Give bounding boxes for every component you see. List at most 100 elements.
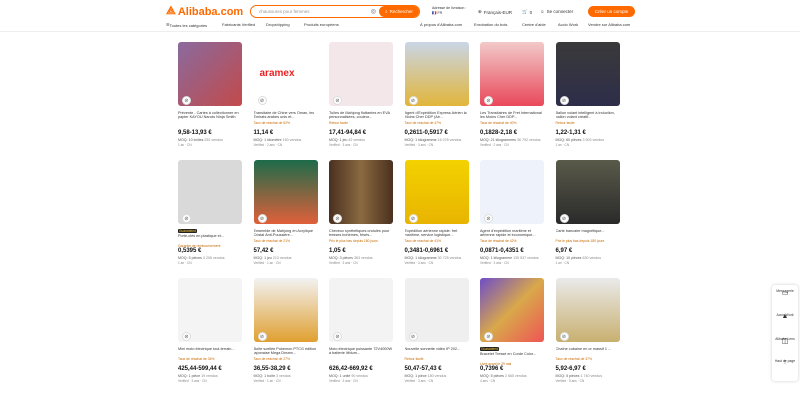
product-card[interactable]: ⊘ Chaîne cubaine en or massif 1 ... Taux d… [554, 276, 622, 386]
nav-dropshipping[interactable]: Dropshipping [266, 22, 290, 27]
product-title[interactable]: Les Transitaires de Fret International l… [480, 111, 544, 120]
product-card[interactable]: ⊘ Guaranteed Bracelet Tressé en Corde Colo… [478, 276, 546, 386]
product-card[interactable]: ⊘ Tuiles de Mahjong flottantes en EVA per… [327, 40, 395, 150]
view-similar-icon[interactable]: ⊘ [484, 96, 493, 105]
supplier-meta: Verified · 5 ans · CN [555, 379, 585, 383]
product-title[interactable]: Bracelet Tressé en Corde Color... [480, 352, 544, 361]
product-card[interactable]: ⊘ Agent d'expédition maritime et aérienne… [478, 158, 546, 268]
product-title[interactable]: Prévente - Cartes à collectionner en pap… [178, 111, 242, 120]
product-card[interactable]: ⊘ Moto électrique puissante 72V4000W à ba… [327, 276, 395, 386]
view-similar-icon[interactable]: ⊘ [182, 332, 191, 341]
view-similar-icon[interactable]: ⊘ [182, 96, 191, 105]
product-price: 5,92-6,97 € [555, 366, 586, 372]
product-price: 0,7396 € [480, 366, 504, 372]
product-card[interactable]: ⊘ Agent d'Expédition Express Aérien la Mo… [403, 40, 471, 150]
guaranteed-badge: Guaranteed [480, 347, 499, 351]
product-price: 6,97 € [555, 248, 573, 254]
floating-sidebar: ▭ Messagerie ▲ Accio Work ◫ Alibaba Lens ↑ H… [772, 285, 798, 381]
product-moq: MOQ: 1 kilogramme 30 725 vendus [404, 256, 462, 260]
product-highlight: Taux de réachat de 21% [253, 239, 291, 243]
product-title[interactable]: Carte bancaire magnétique... [556, 229, 620, 238]
view-similar-icon[interactable]: ⊘ [408, 96, 418, 105]
product-title[interactable]: Chaîne cubaine en or massif 1 ... [556, 347, 620, 356]
product-moq: MOQ: 1 kilomètre 150 vendus [253, 138, 302, 142]
product-price: 1,05 € [329, 248, 346, 254]
category-nav: ☰ Toutes les catégories Fabricants Verif… [0, 21, 800, 31]
product-highlight: Taux de réachat de 37% [555, 357, 593, 361]
nav-wood[interactable]: Enrobation du bois [474, 22, 507, 27]
view-similar-icon[interactable]: ⊘ [559, 96, 569, 105]
product-title[interactable]: Agent d'expédition maritime et aérienne … [480, 229, 544, 238]
alibaba-logo[interactable]: ⟁ Alibaba.com [166, 5, 243, 18]
nav-european[interactable]: Produits européens [304, 22, 339, 27]
search-bar[interactable]: chaussures pour femmes ◎ ⌕ Rechercher [250, 5, 420, 18]
product-title[interactable]: Ballon volant intelligent à induction, b… [556, 111, 620, 120]
product-highlight: Prix le plus bas depuis 180 jours [329, 239, 378, 243]
product-card[interactable]: ⊘ Carte bancaire magnétique... Prix le plu… [554, 158, 622, 268]
product-moq: MOQ: 1 jeu 42 vendus [329, 138, 365, 142]
product-title[interactable]: Nouvelle sonnette vidéo IP 202... [405, 347, 469, 356]
language-selector[interactable]: ⊕ Français-EUR [478, 9, 512, 15]
product-title[interactable]: Tuiles de Mahjong flottantes en EVA pers… [329, 111, 393, 120]
view-similar-icon[interactable]: ⊘ [408, 214, 418, 223]
product-card[interactable]: ⊘ Cheveux synthétiques ondulés pour tress… [327, 158, 395, 268]
camera-icon[interactable]: ◎ [371, 8, 376, 15]
top-header: ⟁ Alibaba.com chaussures pour femmes ◎ ⌕ R… [0, 0, 800, 32]
product-title[interactable]: Cheveux synthétiques ondulés pour tresse… [329, 229, 393, 238]
search-button[interactable]: ⌕ Rechercher [379, 6, 419, 17]
product-card[interactable]: ⊘ Mini moto électrique tout-terrain... Tau… [176, 276, 244, 386]
nav-about[interactable]: À propos d'Alibaba.com [420, 22, 462, 27]
nav-all-categories[interactable]: ☰ Toutes les catégories [166, 22, 207, 28]
product-highlight: Taux de réachat de 42% [480, 239, 517, 243]
view-similar-icon[interactable]: ⊘ [333, 332, 342, 341]
supplier-meta: Verified · 1 an · CN [253, 261, 281, 265]
view-similar-icon[interactable]: ⊘ [559, 214, 569, 223]
cart-button[interactable]: 🛒 0 [522, 9, 532, 15]
view-similar-icon[interactable]: ⊘ [333, 96, 342, 105]
nav-help[interactable]: Centre d'aide [522, 22, 546, 27]
search-input[interactable]: chaussures pour femmes [251, 9, 371, 14]
product-title[interactable]: Mini moto électrique tout-terrain... [178, 347, 242, 356]
view-similar-icon[interactable]: ⊘ [257, 96, 267, 105]
product-title[interactable]: Agent d'Expédition Express Aérien la Moi… [405, 111, 469, 120]
product-card[interactable]: ⊘ Boîte scellée Pokemon PTCG édition japo… [252, 276, 320, 386]
product-highlight: Taux de réachat de 52% [253, 121, 291, 125]
product-card[interactable]: ⊘ Ensemble de Mahjong en Acrylique Crista… [252, 158, 320, 268]
product-card[interactable]: aramex ⊘ Transitaire de Chine vers Oman, l… [252, 40, 320, 150]
view-similar-icon[interactable]: ⊘ [333, 214, 342, 223]
product-price: 626,42-669,92 € [329, 366, 373, 372]
product-moq: MOQ: 1 jeu 213 vendus [253, 256, 292, 260]
product-title[interactable]: Transitaire de Chine vers Oman, les Émir… [254, 111, 318, 120]
product-title[interactable]: Boîte scellée Pokemon PTCG édition japon… [254, 347, 318, 356]
view-similar-icon[interactable]: ⊘ [484, 332, 493, 341]
product-title[interactable]: Expédition aérienne rapide: fret maritim… [405, 229, 469, 238]
delivery-address[interactable]: Adresse de livraison : 🇫🇷 FR [432, 6, 466, 15]
user-icon: ☺ [540, 9, 545, 14]
product-price: 0,5395 € [178, 248, 202, 254]
product-card[interactable]: ⊘ Nouvelle sonnette vidéo IP 202... Retour… [403, 276, 471, 386]
view-similar-icon[interactable]: ⊘ [484, 214, 493, 223]
view-similar-icon[interactable]: ⊘ [257, 332, 267, 341]
product-moq: MOQ: 3 pièces 363 vendus [329, 256, 373, 260]
product-card[interactable]: ⊘ Guaranteed Porte-clés en plastique et...… [176, 158, 244, 268]
product-price: 50,47-57,43 € [404, 366, 442, 372]
supplier-meta: Verified · 3 ans · CN [329, 261, 358, 265]
view-similar-icon[interactable]: ⊘ [559, 332, 569, 341]
signin-button[interactable]: ☺ Se connecter [540, 9, 573, 14]
product-title[interactable]: Porte-clés en plastique et... [178, 234, 242, 243]
product-title[interactable]: Ensemble de Mahjong en Acrylique Cristal… [254, 229, 318, 238]
product-card[interactable]: ⊘ Ballon volant intelligent à induction, … [554, 40, 622, 150]
product-card[interactable]: ⊘ Expédition aérienne rapide: fret mariti… [403, 158, 471, 268]
product-price: 425,44-599,44 € [178, 366, 222, 372]
nav-accio[interactable]: Accio Work [558, 22, 578, 27]
product-card[interactable]: ⊘ Prévente - Cartes à collectionner en pa… [176, 40, 244, 150]
view-similar-icon[interactable]: ⊘ [182, 214, 191, 223]
supplier-meta: Verified · 3 ans · CN [404, 379, 434, 383]
view-similar-icon[interactable]: ⊘ [408, 332, 418, 341]
nav-verified[interactable]: Fabricants Verified [222, 22, 255, 27]
product-title[interactable]: Moto électrique puissante 72V4000W à bat… [329, 347, 393, 356]
create-account-button[interactable]: Créer un compte [588, 6, 635, 17]
product-card[interactable]: ⊘ Les Transitaires de Fret International … [478, 40, 546, 150]
nav-sell[interactable]: Vendre sur Alibaba.com [588, 22, 630, 27]
view-similar-icon[interactable]: ⊘ [257, 214, 267, 223]
